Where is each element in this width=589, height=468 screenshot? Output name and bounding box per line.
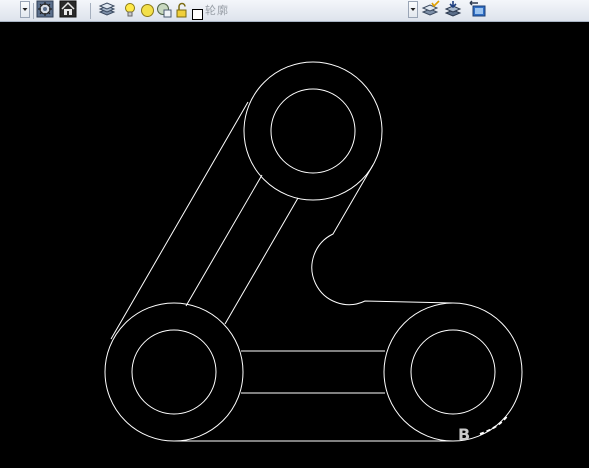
unlock-icon[interactable] — [175, 2, 190, 23]
home-button[interactable] — [58, 0, 78, 22]
layer-dropdown-button[interactable] — [408, 1, 418, 18]
drawing-canvas[interactable]: B — [0, 22, 589, 468]
toolbar-separator — [33, 3, 34, 19]
layer-previous-button[interactable] — [468, 0, 488, 22]
layers-match-icon — [444, 0, 464, 22]
lightbulb-icon[interactable] — [123, 2, 137, 23]
layers-previous-icon — [468, 0, 488, 22]
layer-dropdown[interactable]: 轮廓 — [120, 1, 416, 20]
layers-check-icon — [421, 0, 441, 22]
toolbar-separator — [90, 3, 91, 19]
ucs-icon-label: B — [458, 425, 471, 444]
match-layer-button[interactable] — [444, 0, 464, 22]
sun-viewport-icon[interactable] — [156, 2, 173, 23]
current-layer-name: 轮廓 — [205, 4, 229, 17]
layer-properties-button[interactable] — [97, 1, 117, 20]
workspace-dropdown-button[interactable] — [20, 1, 30, 18]
gear-icon — [36, 0, 54, 22]
sun-icon[interactable] — [140, 3, 155, 22]
chevron-down-icon — [409, 2, 417, 17]
house-icon — [59, 0, 77, 22]
layers-icon — [98, 0, 116, 22]
chevron-down-icon — [21, 2, 29, 17]
layers-toolbar: 轮廓 — [0, 0, 589, 22]
make-object-layer-current-button[interactable] — [421, 0, 441, 22]
workspace-settings-button[interactable] — [35, 0, 55, 22]
